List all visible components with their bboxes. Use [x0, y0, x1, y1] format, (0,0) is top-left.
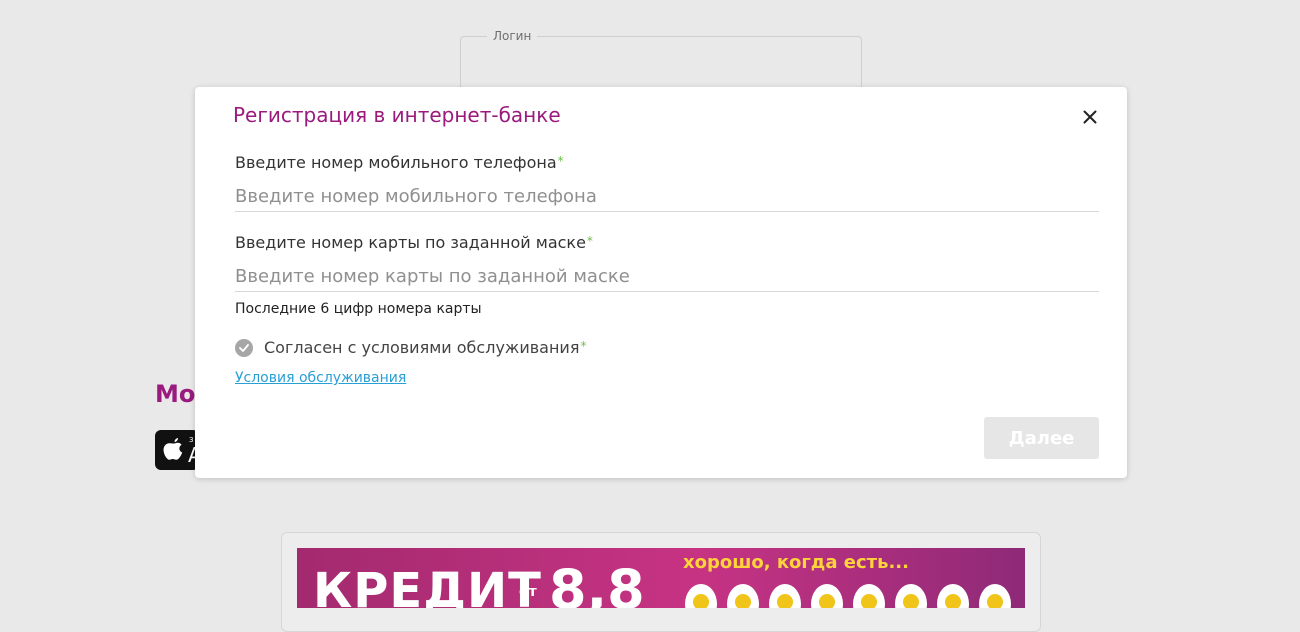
login-label: Логин — [487, 28, 538, 44]
banner-number: 8,8 — [549, 558, 645, 609]
egg-image — [769, 584, 801, 608]
banner-from: от — [519, 584, 537, 600]
card-label: Введите номер карты по заданной маске* — [235, 232, 593, 254]
agree-label: Согласен с условиями обслуживания* — [264, 337, 586, 359]
agree-label-text: Согласен с условиями обслуживания — [264, 338, 580, 357]
mobile-bank-title: Мобильный банк — [155, 380, 195, 408]
registration-dialog: Регистрация в интернет-банке Введите ном… — [195, 87, 1127, 478]
banner-word: КРЕДИТ — [313, 563, 542, 608]
egg-image — [853, 584, 885, 608]
egg-image — [895, 584, 927, 608]
phone-label: Введите номер мобильного телефона* — [235, 152, 564, 174]
appstore-badge[interactable]: З A — [155, 430, 199, 470]
next-button[interactable]: Далее — [984, 417, 1099, 459]
terms-link[interactable]: Условия обслуживания — [235, 369, 406, 387]
checkmark-icon — [239, 344, 249, 352]
apple-icon — [163, 438, 183, 460]
egg-image — [937, 584, 969, 608]
card-label-text: Введите номер карты по заданной маске — [235, 233, 586, 252]
agree-checkbox[interactable]: Согласен с условиями обслуживания* — [235, 336, 586, 360]
egg-image — [727, 584, 759, 608]
card-input[interactable] — [235, 262, 1099, 292]
dialog-title: Регистрация в интернет-банке — [233, 103, 561, 127]
card-hint: Последние 6 цифр номера карты — [235, 301, 482, 317]
banner-slogan: хорошо, когда есть... — [683, 552, 909, 573]
close-button[interactable] — [1079, 105, 1103, 129]
egg-image — [811, 584, 843, 608]
promo-banner[interactable]: КРЕДИТ от 8,8 хорошо, когда есть... — [297, 548, 1025, 608]
phone-input[interactable] — [235, 182, 1099, 212]
egg-image — [685, 584, 717, 608]
card-required-mark: * — [586, 234, 593, 248]
agree-required-mark: * — [580, 339, 587, 353]
phone-required-mark: * — [557, 154, 564, 168]
checkbox-circle[interactable] — [235, 339, 253, 357]
egg-image — [979, 584, 1011, 608]
phone-label-text: Введите номер мобильного телефона — [235, 153, 557, 172]
close-icon — [1083, 110, 1097, 124]
